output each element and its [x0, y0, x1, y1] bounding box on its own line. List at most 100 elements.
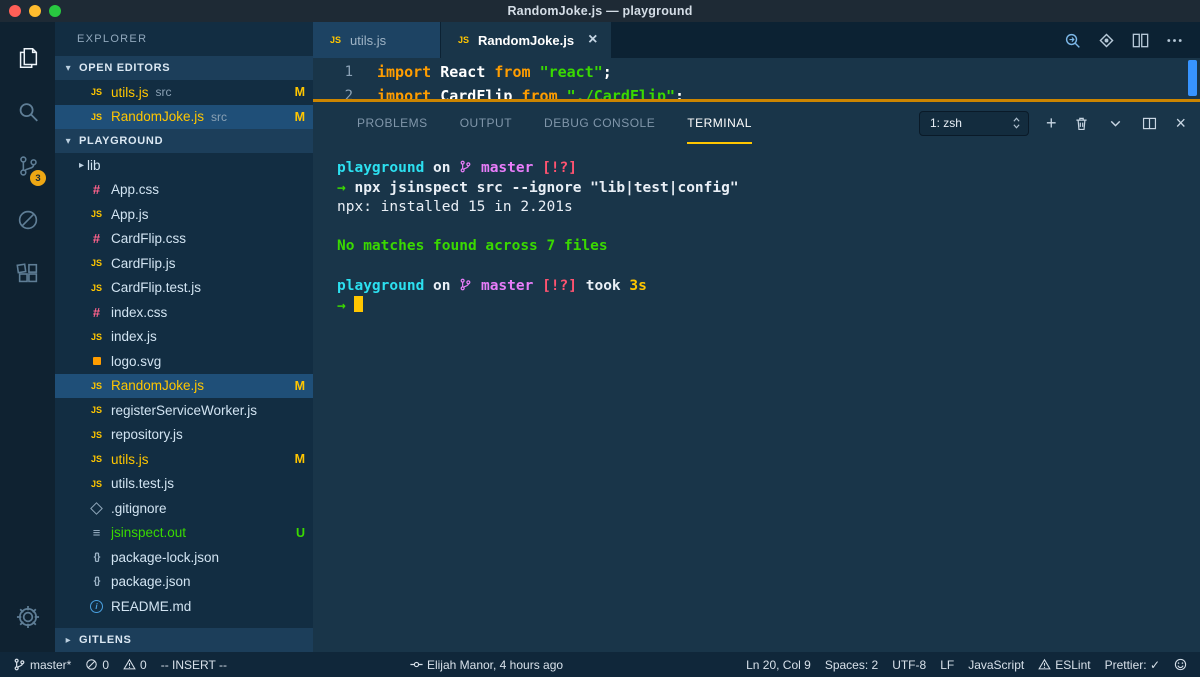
status-item-label: Elijah Manor, 4 hours ago — [426, 657, 564, 672]
svg-file-icon — [88, 353, 105, 369]
status-bar-center: Elijah Manor, 4 hours ago — [234, 652, 739, 677]
status-item-encoding[interactable]: UTF-8 — [885, 652, 933, 677]
split-editor-button[interactable] — [1131, 31, 1150, 50]
more-actions-button[interactable] — [1165, 31, 1184, 50]
tree-file-CardFlip.js[interactable]: CardFlip.js — [55, 251, 313, 276]
code-token: ; — [675, 87, 685, 99]
status-item-label: ESLint — [1055, 657, 1091, 672]
tree-file-registerServiceWorker.js[interactable]: registerServiceWorker.js — [55, 398, 313, 423]
tree-file-index.js[interactable]: index.js — [55, 325, 313, 350]
tree-file-RandomJoke.js[interactable]: RandomJoke.js M — [55, 373, 313, 398]
panel-tab-problems[interactable]: PROBLEMS — [357, 102, 428, 144]
json-file-icon — [88, 574, 105, 590]
vscode-window: RandomJoke.js — playground 3 EXPLORER ▾ … — [0, 0, 1200, 677]
status-item-eol[interactable]: LF — [933, 652, 961, 677]
minimize-window-button[interactable] — [29, 5, 41, 17]
status-bar-left: master* 0 0 -- INSERT -- — [6, 652, 234, 677]
panel-tab-debug-console[interactable]: DEBUG CONSOLE — [544, 102, 655, 144]
tree-file-CardFlip.test.js[interactable]: CardFlip.test.js — [55, 276, 313, 301]
status-item-eslint[interactable]: ESLint — [1031, 652, 1097, 677]
terminal-line: → — [337, 296, 1200, 317]
file-name: CardFlip.js — [111, 255, 176, 271]
tree-file-repository.js[interactable]: repository.js — [55, 423, 313, 448]
activity-source-control[interactable]: 3 — [0, 139, 55, 193]
file-path-detail: src — [155, 85, 172, 100]
tree-file-package.json[interactable]: package.json — [55, 570, 313, 595]
hide-panel-button[interactable] — [1107, 115, 1124, 132]
new-terminal-button[interactable]: + — [1046, 114, 1057, 132]
status-item-label: LF — [940, 657, 955, 672]
editor-actions — [1063, 22, 1200, 58]
kill-terminal-button[interactable] — [1073, 115, 1090, 132]
extensions-icon — [15, 261, 41, 287]
status-item-prettier[interactable]: Prettier: ✓ — [1098, 652, 1167, 677]
file-name: App.js — [111, 206, 149, 222]
panel-tab-terminal[interactable]: TERMINAL — [687, 102, 752, 144]
tree-file-CardFlip.css[interactable]: CardFlip.css — [55, 227, 313, 252]
git-status-badge: M — [294, 109, 305, 124]
status-item-warnings[interactable]: 0 — [116, 652, 154, 677]
tab-utils.js[interactable]: utils.js — [313, 22, 441, 58]
open-editor-RandomJoke.js[interactable]: RandomJoke.js src M — [55, 104, 313, 129]
tree-folder-lib[interactable]: ▸ lib — [55, 153, 313, 178]
activity-debug[interactable] — [0, 193, 55, 247]
css-file-icon — [88, 304, 105, 320]
chevron-right-icon: ▸ — [78, 159, 85, 171]
terminal-shell-select[interactable]: 1: zsh — [918, 110, 1029, 136]
gitlens-button[interactable] — [1097, 31, 1116, 50]
status-item-branch[interactable]: master* — [6, 652, 78, 677]
js-file-icon — [88, 329, 105, 345]
tree-file-package-lock.json[interactable]: package-lock.json — [55, 545, 313, 570]
line-number: 1 — [344, 64, 353, 80]
status-item-errors[interactable]: 0 — [78, 652, 116, 677]
gitlens-icon — [1097, 31, 1116, 50]
terminal[interactable]: playground on master [!?] → npx jsinspect… — [313, 144, 1200, 652]
gitlens-header[interactable]: ▸ GITLENS — [55, 628, 313, 652]
close-window-button[interactable] — [9, 5, 21, 17]
file-name: CardFlip.test.js — [111, 280, 202, 296]
status-item-indentation[interactable]: Spaces: 2 — [818, 652, 885, 677]
code-token: "./CardFlip" — [566, 87, 676, 99]
activity-settings[interactable] — [0, 590, 55, 644]
status-item-cursor-position[interactable]: Ln 20, Col 9 — [739, 652, 818, 677]
close-tab-icon[interactable]: × — [588, 32, 597, 48]
open-changes-button[interactable] — [1063, 31, 1082, 50]
tree-file-index.css[interactable]: index.css — [55, 300, 313, 325]
tree-file-jsinspect.out[interactable]: jsinspect.out U — [55, 521, 313, 546]
activity-extensions[interactable] — [0, 247, 55, 301]
js-file-icon — [88, 255, 105, 271]
activity-search[interactable] — [0, 85, 55, 139]
status-item-language[interactable]: JavaScript — [961, 652, 1031, 677]
tree-file-.gitignore[interactable]: .gitignore — [55, 496, 313, 521]
open-editors-header[interactable]: ▾ OPEN EDITORS — [55, 56, 313, 80]
open-editor-utils.js[interactable]: utils.js src M — [55, 80, 313, 105]
file-name: App.css — [111, 182, 160, 198]
tree-file-README.md[interactable]: README.md — [55, 594, 313, 619]
split-panel-button[interactable] — [1141, 115, 1158, 132]
activity-explorer[interactable] — [0, 31, 55, 85]
editor-scrollbar[interactable] — [1188, 60, 1197, 96]
js-file-icon — [88, 476, 105, 492]
code-lines: 1 import React from "react"; 2 import CardF… — [313, 60, 1200, 99]
status-item-gitlens-blame[interactable]: Elijah Manor, 4 hours ago — [403, 652, 570, 677]
playground-header[interactable]: ▾ PLAYGROUND — [55, 129, 313, 153]
terminal-text: → — [337, 298, 355, 315]
tree-file-utils.test.js[interactable]: utils.test.js — [55, 472, 313, 497]
activity-bar-bottom — [0, 590, 55, 644]
zoom-window-button[interactable] — [49, 5, 61, 17]
code-editor[interactable]: 1 import React from "react"; 2 import CardF… — [313, 58, 1200, 99]
tree-file-App.css[interactable]: App.css — [55, 178, 313, 203]
status-item-vim-mode[interactable]: -- INSERT -- — [154, 652, 234, 677]
terminal-line: npx: installed 15 in 2.201s — [337, 198, 1200, 218]
tree-file-utils.js[interactable]: utils.js M — [55, 447, 313, 472]
panel-tab-output[interactable]: OUTPUT — [460, 102, 512, 144]
tree-file-App.js[interactable]: App.js — [55, 202, 313, 227]
tree-file-logo.svg[interactable]: logo.svg — [55, 349, 313, 374]
close-panel-button[interactable]: × — [1175, 114, 1186, 132]
code-token: CardFlip — [431, 87, 522, 99]
status-item-feedback[interactable] — [1167, 652, 1194, 677]
tab-RandomJoke.js[interactable]: RandomJoke.js × — [441, 22, 613, 58]
warning-icon — [123, 658, 136, 671]
